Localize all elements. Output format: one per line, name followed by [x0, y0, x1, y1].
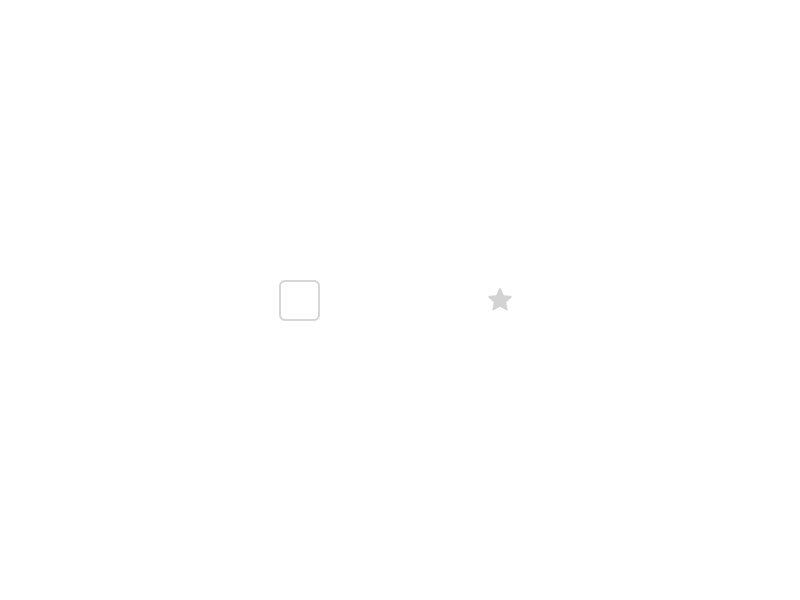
- page-canvas: [0, 0, 800, 600]
- favorite-button[interactable]: [484, 284, 516, 316]
- star-icon: [488, 288, 512, 311]
- select-checkbox[interactable]: [279, 280, 320, 321]
